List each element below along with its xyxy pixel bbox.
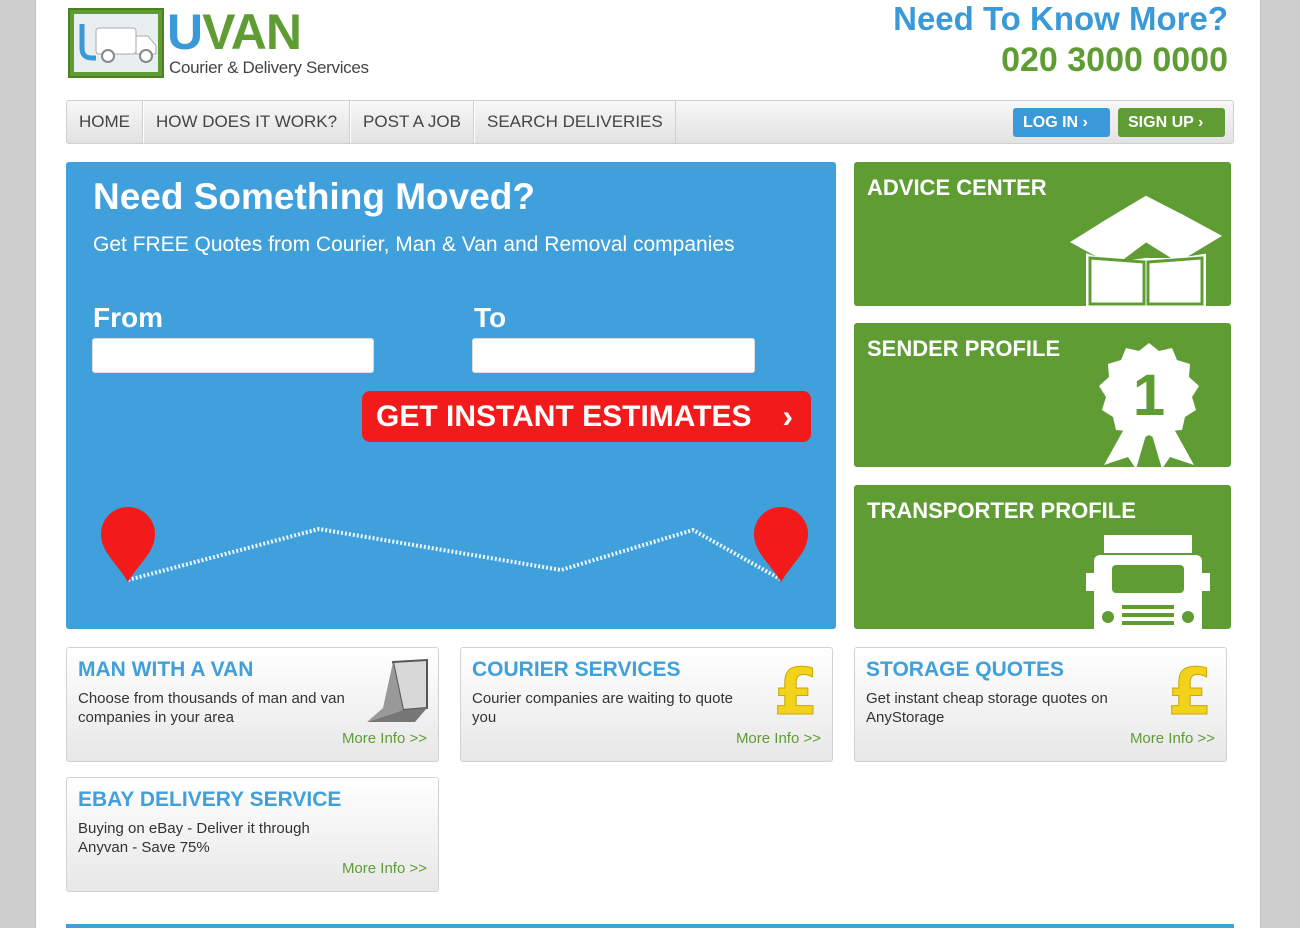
signup-button[interactable]: SIGN UP › [1118, 108, 1225, 137]
tile-title: ADVICE CENTER [867, 175, 1047, 200]
card-title: STORAGE QUOTES [866, 658, 1064, 681]
card-title: COURIER SERVICES [472, 658, 681, 681]
get-instant-estimates-button[interactable]: GET INSTANT ESTIMATES › [362, 391, 811, 442]
from-label: From [93, 302, 163, 333]
logo-title[interactable]: UVAN [167, 2, 302, 62]
card-man-with-a-van[interactable]: MAN WITH A VAN Choose from thousands of … [66, 647, 439, 762]
more-info-link[interactable]: More Info >> [736, 730, 821, 747]
card-title: MAN WITH A VAN [78, 658, 254, 681]
tile-title: TRANSPORTER PROFILE [867, 498, 1136, 523]
card-ebay-delivery-service[interactable]: EBAY DELIVERY SERVICE Buying on eBay - D… [66, 777, 439, 892]
main-nav: HOME HOW DOES IT WORK? POST A JOB SEARCH… [66, 100, 1234, 144]
footer-divider [66, 924, 1234, 928]
nav-search-deliveries[interactable]: SEARCH DELIVERIES [474, 101, 676, 143]
quote-hero: Need Something Moved? Get FREE Quotes fr… [66, 162, 836, 629]
from-input[interactable] [92, 338, 374, 373]
logo-tagline: Courier & Delivery Services [169, 58, 369, 77]
award-badge-icon: 1 [1099, 343, 1199, 467]
badge-number: 1 [1133, 363, 1165, 428]
card-title: EBAY DELIVERY SERVICE [78, 788, 342, 811]
card-description: Choose from thousands of man and van com… [78, 690, 345, 726]
tile-transporter-profile[interactable]: TRANSPORTER PROFILE [854, 485, 1231, 629]
to-label: To [474, 302, 507, 333]
nav-how-it-works[interactable]: HOW DOES IT WORK? [143, 101, 351, 143]
card-storage-quotes[interactable]: STORAGE QUOTES Get instant cheap storage… [854, 647, 1227, 762]
hero-subtitle: Get FREE Quotes from Courier, Man & Van … [93, 233, 735, 256]
svg-text:£: £ [1168, 656, 1213, 722]
open-box-icon [1070, 195, 1223, 306]
contact-title: Need To Know More? [893, 0, 1228, 37]
card-description: Courier companies are waiting to quote y… [472, 690, 733, 726]
contact-phone[interactable]: 020 3000 0000 [1001, 40, 1228, 80]
card-courier-services[interactable]: COURIER SERVICES Courier companies are w… [460, 647, 833, 762]
card-description: Buying on eBay - Deliver it through Anyv… [78, 820, 310, 856]
more-info-link[interactable]: More Info >> [1130, 730, 1215, 747]
to-input[interactable] [472, 338, 755, 373]
page: UVAN Courier & Delivery Services Need To… [35, 0, 1261, 928]
van-icon [79, 24, 157, 63]
chevron-right-icon: › [782, 398, 793, 434]
tile-sender-profile[interactable]: SENDER PROFILE 1 [854, 323, 1231, 467]
estimate-button-label: GET INSTANT ESTIMATES [376, 399, 752, 433]
pound-icon: £ [1167, 656, 1213, 722]
nav-home[interactable]: HOME [67, 101, 143, 143]
start-pin-icon [101, 507, 155, 582]
logo-van-icon[interactable] [68, 8, 164, 78]
card-description: Get instant cheap storage quotes on AnyS… [866, 690, 1108, 726]
nav-post-a-job[interactable]: POST A JOB [350, 101, 474, 143]
pound-icon: £ [773, 656, 819, 722]
more-info-link[interactable]: More Info >> [342, 730, 427, 747]
hero-title: Need Something Moved? [93, 176, 535, 217]
truck-icon [1086, 535, 1210, 629]
more-info-link[interactable]: More Info >> [342, 860, 427, 877]
login-button[interactable]: LOG IN › [1013, 108, 1110, 137]
tile-title: SENDER PROFILE [867, 336, 1061, 361]
tile-advice-center[interactable]: ADVICE CENTER [854, 162, 1231, 306]
laptop-icon [367, 658, 428, 722]
svg-text:£: £ [774, 656, 819, 722]
